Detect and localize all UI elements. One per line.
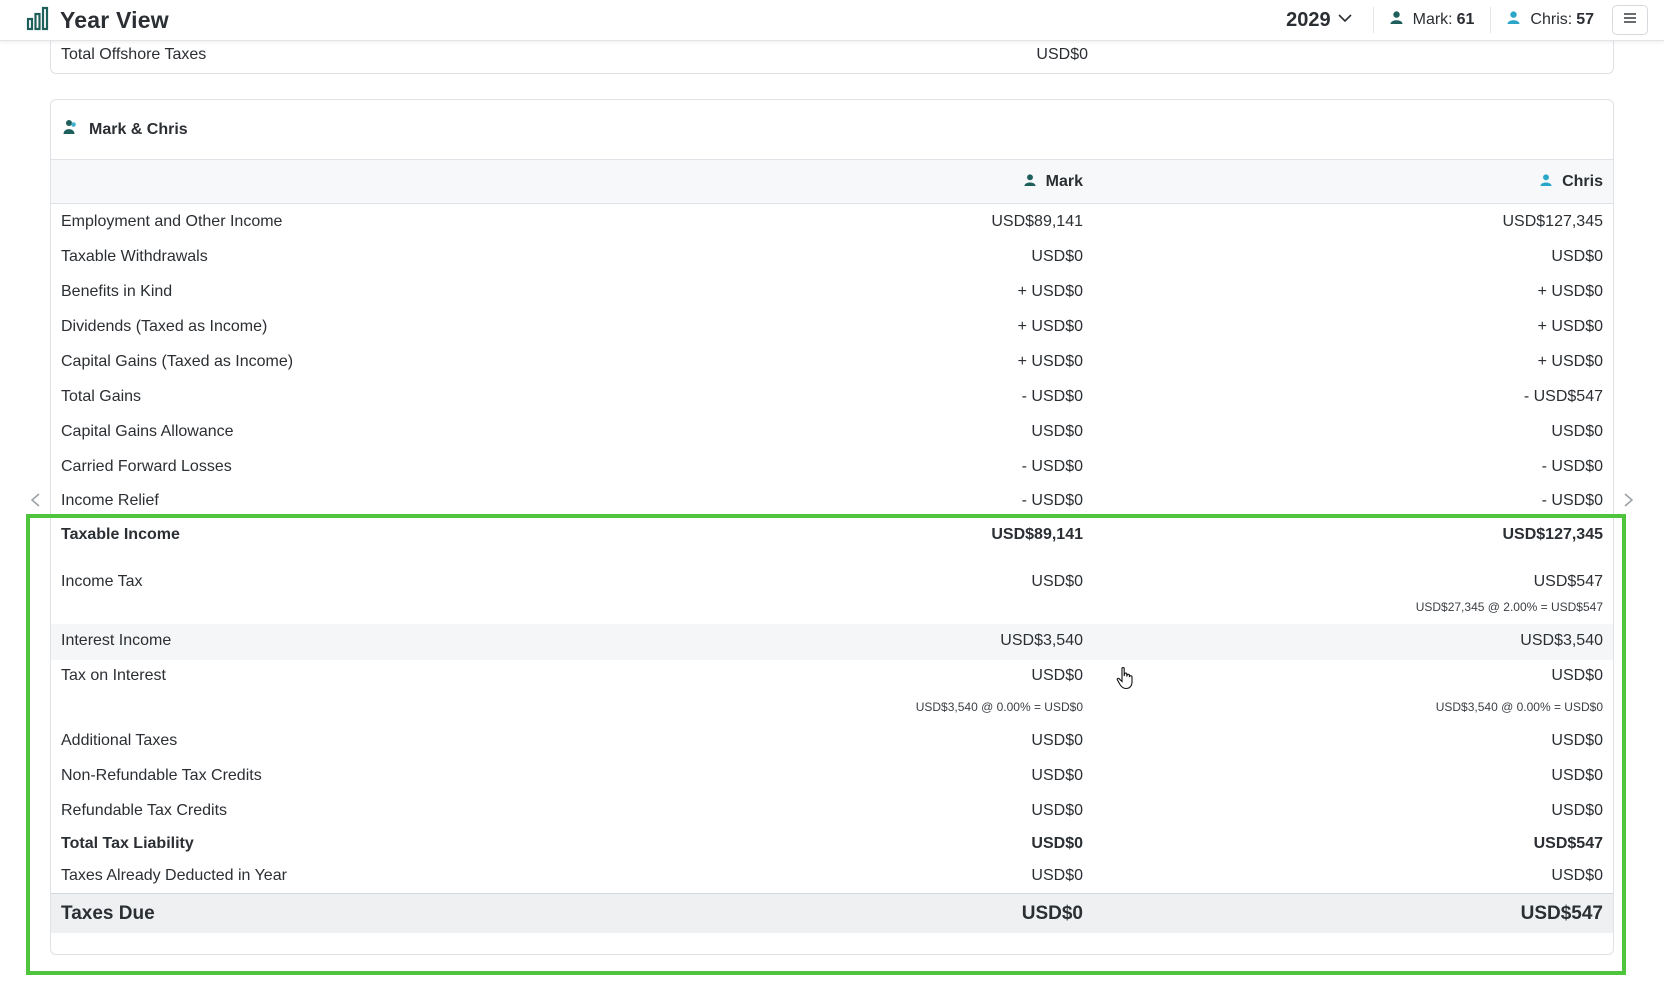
row-label: Income Relief [61,492,159,509]
row-chris-value: USD$0 [1551,248,1603,265]
table-row: Taxable Withdrawals USD$0 USD$0 [51,240,1613,276]
row-label: Employment and Other Income [61,213,283,230]
person-icon [1507,11,1530,29]
row-mark-value: - USD$0 [1021,458,1083,475]
table-row: Capital Gains (Taxed as Income) + USD$0 + … [51,345,1613,381]
row-chris-value: - USD$547 [1523,388,1603,405]
table-row: Total Gains - USD$0 - USD$547 [51,380,1613,416]
column-header-chris: Chris [1540,173,1603,191]
row-chris-value: + USD$0 [1537,318,1603,335]
person-mark-label: Mark: [1412,11,1453,28]
column-header-chris-label: Chris [1562,173,1603,190]
row-chris-value: USD$0 [1551,423,1603,440]
row-label: Capital Gains (Taxed as Income) [61,353,294,370]
person-chris-label: Chris: [1530,11,1573,28]
chevron-left-icon [28,493,44,512]
table-row: Dividends (Taxed as Income) + USD$0 + USD$… [51,310,1613,346]
person-chris[interactable]: Chris: 57 [1491,11,1610,29]
selection-highlight [26,514,1626,975]
row-label: Total Gains [61,388,142,405]
row-chris-value: + USD$0 [1537,353,1603,370]
row-mark-value: + USD$0 [1017,318,1083,335]
card-title: Mark & Chris [89,120,188,138]
scroll-right-arrow[interactable] [1620,492,1636,508]
menu-button[interactable] [1612,5,1648,35]
offshore-label: Total Offshore Taxes [61,46,207,63]
couple-icon [63,119,89,140]
person-icon [1024,173,1046,191]
person-chris-age: 57 [1576,11,1594,28]
year-value: 2029 [1286,8,1331,31]
offshore-taxes-row: Total Offshore Taxes USD$0 [50,38,1614,74]
row-label: Carried Forward Losses [61,458,232,475]
person-mark-age: 61 [1456,11,1475,28]
table-row: Capital Gains Allowance USD$0 USD$0 [51,415,1613,451]
row-mark-value: - USD$0 [1021,388,1083,405]
table-row: Carried Forward Losses - USD$0 - USD$0 [51,450,1613,486]
row-label: Dividends (Taxed as Income) [61,318,268,335]
column-header-mark-label: Mark [1045,173,1083,190]
row-chris-value: + USD$0 [1537,283,1603,300]
table-row: Employment and Other Income USD$89,141 USD… [51,205,1613,241]
table-row: Benefits in Kind + USD$0 + USD$0 [51,275,1613,311]
row-mark-value: + USD$0 [1017,283,1083,300]
column-header-mark: Mark [1024,173,1083,191]
person-icon [1390,11,1413,29]
person-icon [1540,173,1562,191]
row-mark-value: - USD$0 [1021,492,1083,509]
chevron-right-icon [1620,493,1636,512]
year-selector[interactable]: 2029 [1286,9,1353,32]
person-mark[interactable]: Mark: 61 [1374,11,1491,29]
page-title: Year View [60,6,169,33]
scroll-left-arrow[interactable] [28,492,44,508]
hamburger-icon [1623,11,1637,29]
top-bar: Year View 2029 Mark: 61 Chris: 57 [0,0,1664,41]
row-label: Benefits in Kind [61,283,173,300]
row-label: Taxable Withdrawals [61,248,208,265]
row-label: Capital Gains Allowance [61,423,234,440]
row-chris-value: - USD$0 [1541,492,1603,509]
bar-chart-icon [26,5,52,36]
offshore-value: USD$0 [1036,46,1088,63]
row-chris-value: USD$127,345 [1502,213,1603,230]
row-mark-value: USD$0 [1031,423,1083,440]
row-mark-value: USD$89,141 [991,213,1083,230]
row-chris-value: - USD$0 [1541,458,1603,475]
brand: Year View [26,5,169,36]
chevron-down-icon [1331,9,1353,32]
row-mark-value: + USD$0 [1017,353,1083,370]
card-header: Mark & Chris [51,100,1613,160]
column-headers: Mark Chris [51,160,1613,204]
hand-cursor-icon [1115,666,1137,690]
row-mark-value: USD$0 [1031,248,1083,265]
